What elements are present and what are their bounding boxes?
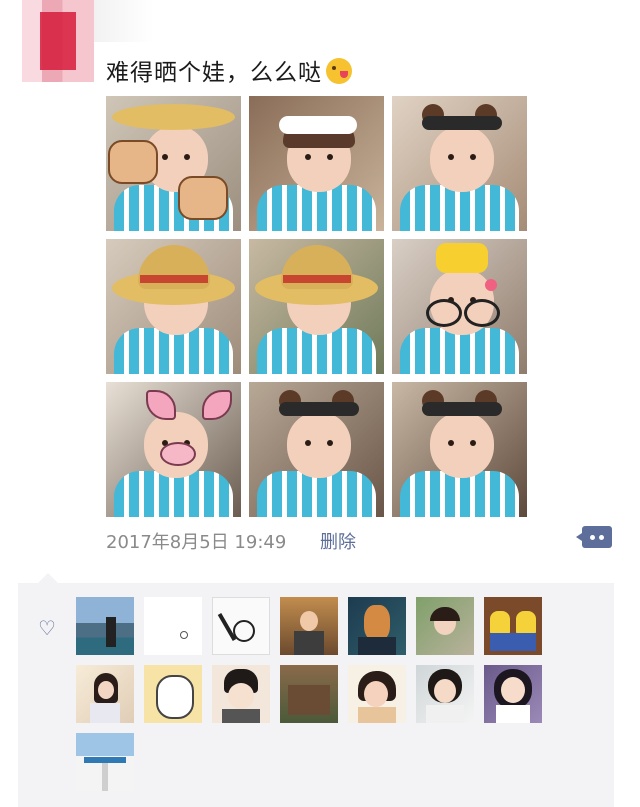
- heart-outline-icon: ♡: [38, 616, 56, 640]
- poster-name-blurred: [94, 0, 154, 42]
- liker-avatar-1[interactable]: [76, 597, 134, 655]
- photo-9[interactable]: [392, 382, 527, 517]
- photo-grid: [106, 96, 528, 518]
- photo-2[interactable]: [249, 96, 384, 231]
- comment-dots-icon[interactable]: [576, 526, 612, 548]
- photo-8[interactable]: [249, 382, 384, 517]
- liker-avatar-10[interactable]: [212, 665, 270, 723]
- liker-avatar-4[interactable]: [280, 597, 338, 655]
- liker-avatar-2[interactable]: [144, 597, 202, 655]
- liker-avatar-15[interactable]: [76, 733, 134, 791]
- photo-4[interactable]: [106, 239, 241, 374]
- post-text: 难得晒个娃，么么哒: [106, 53, 352, 87]
- liker-avatar-9[interactable]: [144, 665, 202, 723]
- photo-5[interactable]: [249, 239, 384, 374]
- photo-6[interactable]: [392, 239, 527, 374]
- liker-avatar-13[interactable]: [416, 665, 474, 723]
- tongue-wink-emoji-icon: [326, 58, 352, 84]
- photo-1[interactable]: [106, 96, 241, 231]
- post-text-content: 难得晒个娃，么么哒: [106, 60, 322, 86]
- liker-avatar-14[interactable]: [484, 665, 542, 723]
- liker-avatar-12[interactable]: [348, 665, 406, 723]
- liker-avatar-3[interactable]: [212, 597, 270, 655]
- liker-avatar-11[interactable]: [280, 665, 338, 723]
- poster-avatar[interactable]: [22, 0, 94, 82]
- liker-avatar-8[interactable]: [76, 665, 134, 723]
- delete-link[interactable]: 删除: [320, 528, 356, 554]
- photo-3[interactable]: [392, 96, 527, 231]
- liker-avatar-6[interactable]: [416, 597, 474, 655]
- liker-avatar-5[interactable]: [348, 597, 406, 655]
- liker-avatar-7[interactable]: [484, 597, 542, 655]
- post-timestamp: 2017年8月5日 19:49: [106, 532, 287, 553]
- photo-7[interactable]: [106, 382, 241, 517]
- avatar-mosaic: [40, 12, 76, 70]
- likes-panel: ♡: [18, 573, 614, 807]
